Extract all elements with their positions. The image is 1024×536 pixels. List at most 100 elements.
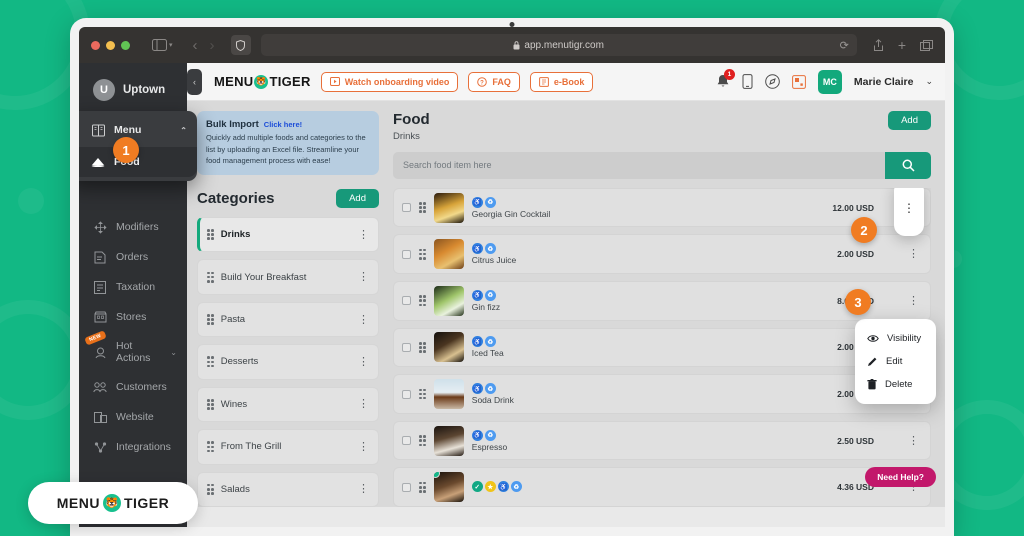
- faq-button[interactable]: ? FAQ: [468, 71, 520, 92]
- chevron-up-icon[interactable]: ⌃: [180, 126, 187, 135]
- category-item-pasta[interactable]: Pasta ⋮: [197, 301, 379, 338]
- food-price: 2.00 USD: [837, 249, 874, 260]
- search-button[interactable]: [885, 152, 931, 179]
- close-window-button[interactable]: [91, 40, 100, 50]
- category-item-desserts[interactable]: Desserts ⋮: [197, 344, 379, 380]
- sidebar-item-taxation[interactable]: Taxation: [79, 272, 187, 302]
- category-kebab-menu[interactable]: ⋮: [358, 399, 369, 410]
- row-checkbox[interactable]: [402, 389, 411, 399]
- drag-handle-icon[interactable]: [207, 398, 214, 410]
- minimize-window-button[interactable]: [106, 40, 115, 50]
- category-kebab-menu[interactable]: ⋮: [358, 314, 369, 325]
- drag-handle-icon[interactable]: [207, 441, 214, 453]
- sidebar-collapse-button[interactable]: ‹: [187, 68, 202, 95]
- category-item-drinks[interactable]: Drinks ⋮: [197, 216, 379, 253]
- sidebar-item-hot-actions[interactable]: NEW Hot Actions ⌄: [79, 330, 187, 372]
- bulk-import-link[interactable]: Click here!: [264, 120, 302, 129]
- food-row[interactable]: ♿ ♻ Espresso 2.50 USD ⋮: [393, 420, 931, 461]
- add-food-button[interactable]: Add: [888, 111, 931, 130]
- shield-icon[interactable]: [230, 35, 251, 55]
- compass-icon[interactable]: [765, 74, 780, 89]
- drag-handle-icon[interactable]: [207, 314, 214, 325]
- sidebar-toggle-icon[interactable]: ▾: [152, 39, 173, 51]
- context-menu-item-delete[interactable]: Delete: [855, 373, 936, 396]
- drag-handle-icon[interactable]: [207, 356, 214, 368]
- sidebar-item-website[interactable]: Website: [79, 402, 187, 432]
- drag-handle-icon[interactable]: [419, 388, 426, 400]
- food-kebab-menu[interactable]: ⋮: [908, 295, 919, 306]
- reload-icon[interactable]: ⟳: [840, 39, 849, 52]
- mobile-icon[interactable]: [742, 74, 753, 89]
- category-kebab-menu[interactable]: ⋮: [358, 229, 369, 240]
- sidebar-item-modifiers[interactable]: Modifiers: [79, 212, 187, 242]
- food-row[interactable]: ♿ ♻ Citrus Juice 2.00 USD ⋮: [393, 234, 931, 274]
- need-help-button[interactable]: Need Help?: [865, 467, 936, 487]
- food-kebab-menu[interactable]: ⋮: [908, 249, 919, 260]
- new-tab-button[interactable]: +: [898, 37, 906, 53]
- address-bar[interactable]: app.menutigr.com ⟳: [260, 34, 857, 56]
- category-label: Pasta: [220, 314, 246, 325]
- tabs-icon[interactable]: [920, 39, 933, 51]
- qr-code-icon[interactable]: [792, 74, 806, 89]
- food-row[interactable]: ♿ ♻ Georgia Gin Cocktail 12.00 USD ⋮ ⋮: [393, 187, 931, 236]
- logo-text-left: MENU: [56, 495, 100, 511]
- row-checkbox[interactable]: [402, 342, 411, 352]
- row-checkbox[interactable]: [402, 296, 411, 306]
- chevron-down-icon[interactable]: ⌄: [170, 348, 177, 357]
- avatar[interactable]: MC: [817, 69, 842, 94]
- sidebar-item-menu[interactable]: Menu ⌃: [79, 115, 197, 145]
- ebook-button[interactable]: e-Book: [529, 71, 594, 92]
- window-controls[interactable]: [91, 40, 130, 50]
- sidebar-item-orders[interactable]: Orders: [79, 242, 187, 272]
- food-name: Espresso: [471, 441, 508, 452]
- food-row[interactable]: ♿ ♻ Iced Tea 2.00 USD ⋮: [393, 327, 931, 368]
- food-kebab-menu[interactable]: ⋮: [908, 435, 919, 446]
- back-button[interactable]: ‹: [193, 37, 198, 54]
- drag-handle-icon[interactable]: [419, 435, 426, 447]
- search-input[interactable]: [393, 152, 885, 179]
- row-checkbox[interactable]: [402, 203, 411, 213]
- drag-handle-icon[interactable]: [419, 341, 426, 353]
- chevron-down-icon[interactable]: ⌄: [925, 76, 933, 87]
- category-item-wines[interactable]: Wines ⋮: [197, 386, 379, 423]
- sidebar-item-integrations[interactable]: Integrations: [79, 432, 187, 462]
- food-row[interactable]: ✓ ★ ♿ ♻ 4.36 USD ⋮: [393, 467, 931, 507]
- category-item-from-the-grill[interactable]: From The Grill ⋮: [197, 429, 379, 465]
- context-menu-item-visibility[interactable]: Visibility: [855, 327, 936, 350]
- category-item-salads[interactable]: Salads ⋮: [197, 471, 379, 507]
- category-kebab-menu[interactable]: ⋮: [358, 272, 369, 283]
- menutiger-logo-pill: MENU 🐯 TIGER: [28, 482, 198, 524]
- food-row[interactable]: ♿ ♻ Soda Drink 2.00 USD ⋮: [393, 374, 931, 414]
- badge-icon: ♻: [484, 196, 496, 208]
- context-menu-item-edit[interactable]: Edit: [855, 350, 936, 373]
- food-kebab-menu-highlighted[interactable]: ⋮: [894, 187, 924, 236]
- workspace-selector[interactable]: U Uptown: [79, 73, 187, 115]
- category-kebab-menu[interactable]: ⋮: [358, 441, 369, 452]
- row-checkbox[interactable]: [402, 436, 411, 446]
- maximize-window-button[interactable]: [121, 40, 130, 50]
- notifications-button[interactable]: 1: [716, 69, 735, 89]
- category-kebab-menu[interactable]: ⋮: [358, 356, 369, 367]
- drag-handle-icon[interactable]: [419, 295, 426, 307]
- drag-handle-icon[interactable]: [419, 481, 426, 493]
- bulk-import-card[interactable]: Bulk Import Click here! Quickly add mult…: [197, 111, 379, 175]
- browser-nav[interactable]: ‹ ›: [193, 37, 215, 54]
- food-name: Georgia Gin Cocktail: [471, 208, 551, 219]
- add-category-button[interactable]: Add: [336, 188, 379, 208]
- drag-handle-icon[interactable]: [419, 248, 426, 260]
- drag-handle-icon[interactable]: [419, 202, 426, 214]
- watch-onboarding-video-button[interactable]: Watch onboarding video: [320, 71, 459, 92]
- share-icon[interactable]: [873, 38, 884, 52]
- drag-handle-icon[interactable]: [207, 483, 214, 495]
- drag-handle-icon[interactable]: [207, 271, 214, 283]
- drag-handle-icon[interactable]: [207, 229, 214, 241]
- category-item-build-your-breakfast[interactable]: Build Your Breakfast ⋮: [197, 259, 379, 295]
- search-bar: [393, 152, 931, 179]
- row-checkbox[interactable]: [402, 482, 411, 492]
- sidebar-item-label: Orders: [116, 251, 149, 263]
- sidebar-item-stores[interactable]: Stores: [79, 302, 187, 332]
- sidebar-item-customers[interactable]: Customers: [79, 372, 187, 402]
- category-kebab-menu[interactable]: ⋮: [358, 484, 369, 495]
- forward-button[interactable]: ›: [210, 37, 215, 54]
- row-checkbox[interactable]: [402, 249, 411, 259]
